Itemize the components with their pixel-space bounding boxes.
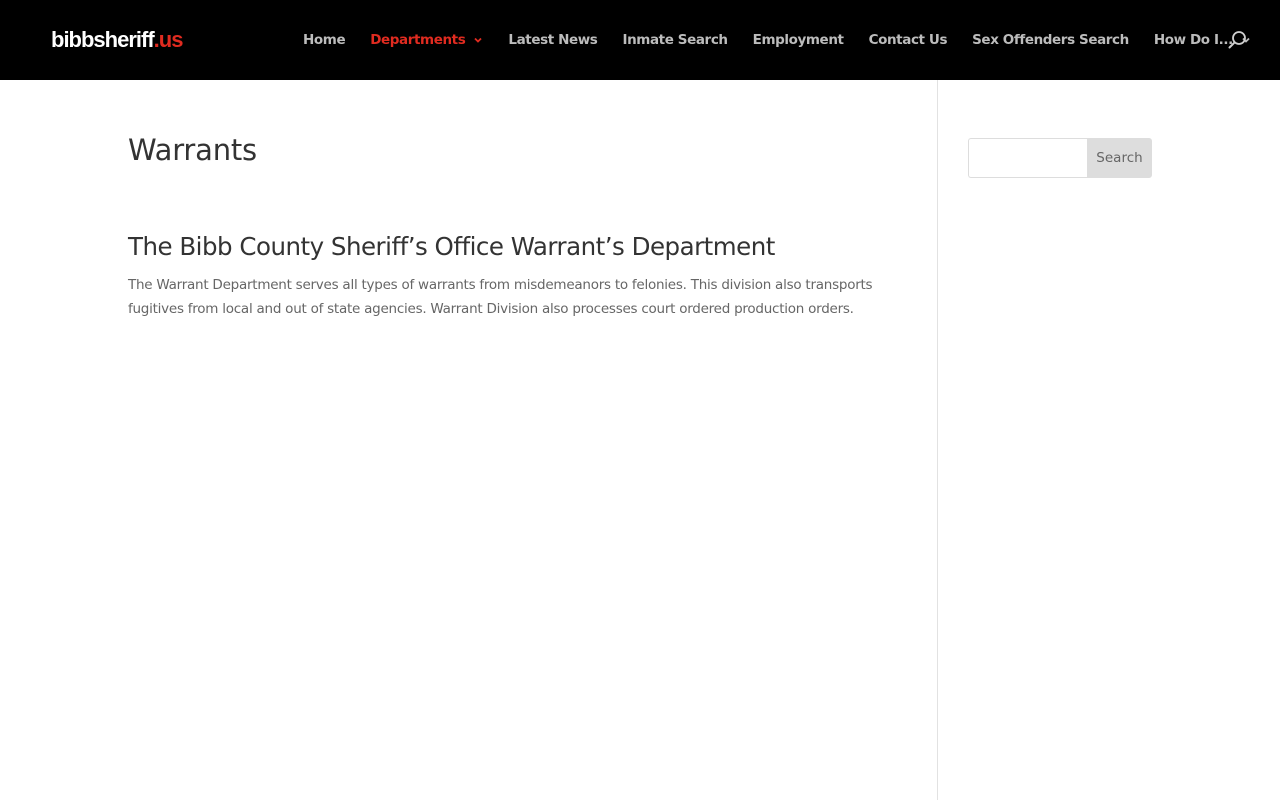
nav-label: How Do I... <box>1153 32 1233 48</box>
nav-label: Latest News <box>508 32 598 48</box>
sidebar-search-form: Search <box>968 138 1152 178</box>
logo-text-main: bibbsheriff <box>51 27 155 52</box>
nav-item-contact-us[interactable]: Contact Us <box>869 32 948 48</box>
chevron-down-icon <box>474 37 483 43</box>
site-logo[interactable]: bibbsheriff.us <box>51 26 184 54</box>
logo-text-tld: .us <box>153 27 184 52</box>
sidebar-search-button[interactable]: Search <box>1087 138 1152 178</box>
nav-item-home[interactable]: Home <box>303 32 346 48</box>
nav-label: Home <box>303 32 346 48</box>
nav-item-sex-offenders-search[interactable]: Sex Offenders Search <box>972 32 1129 48</box>
nav-item-employment[interactable]: Employment <box>753 32 844 48</box>
nav-item-latest-news[interactable]: Latest News <box>508 32 597 48</box>
department-description: The Warrant Department serves all types … <box>128 277 873 317</box>
magnifier-icon[interactable] <box>1228 30 1248 50</box>
nav-item-departments[interactable]: Departments <box>370 32 483 48</box>
main-nav: Home Departments Latest News Inmate Sear… <box>303 0 1251 80</box>
sidebar-divider <box>937 80 938 800</box>
nav-label: Employment <box>752 32 844 48</box>
nav-label: Sex Offenders Search <box>972 32 1129 48</box>
nav-label: Departments <box>370 32 466 48</box>
page-title: Warrants <box>128 133 257 167</box>
site-header: bibbsheriff.us Home Departments Latest N… <box>0 0 1280 80</box>
nav-label: Contact Us <box>868 32 948 48</box>
sidebar-search-input[interactable] <box>968 138 1087 178</box>
nav-item-inmate-search[interactable]: Inmate Search <box>622 32 728 48</box>
nav-label: Inmate Search <box>622 32 728 48</box>
section-heading: The Bibb County Sheriff’s Office Warrant… <box>128 232 775 261</box>
